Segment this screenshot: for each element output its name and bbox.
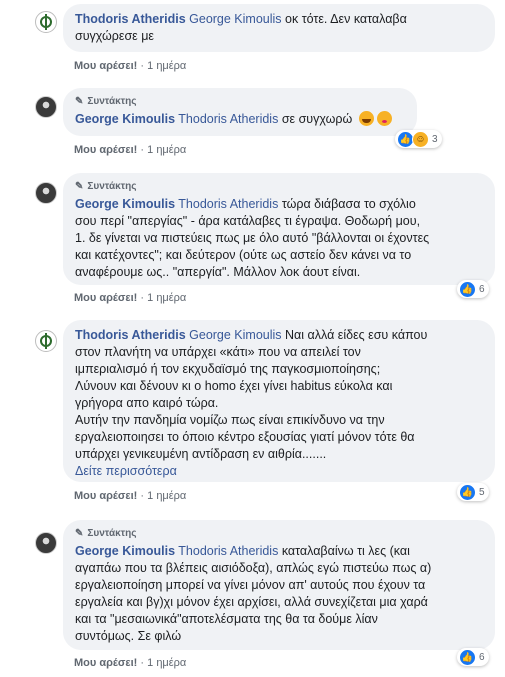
comment-actions: Μου αρέσει! · 1 ημέρα <box>74 60 187 72</box>
comment-actions: Μου αρέσει! · 1 ημέρα <box>74 292 187 304</box>
comment-author[interactable]: George Kimoulis <box>75 197 175 211</box>
like-button[interactable]: Μου αρέσει! <box>74 144 137 156</box>
like-button[interactable]: Μου αρέσει! <box>74 490 137 502</box>
timestamp[interactable]: 1 ημέρα <box>147 292 186 304</box>
comment-actions: Μου αρέσει! · 1 ημέρα <box>74 657 187 669</box>
timestamp[interactable]: 1 ημέρα <box>147 60 186 72</box>
comment-author[interactable]: George Kimoulis <box>75 112 175 126</box>
comment-actions: Μου αρέσει! · 1 ημέρα <box>74 144 187 156</box>
comment-mention[interactable]: George Kimoulis <box>189 12 281 26</box>
comment-bubble: ✎ Συντάκτης George Kimoulis Thodoris Ath… <box>63 173 495 285</box>
author-badge: ✎ Συντάκτης <box>75 181 137 192</box>
reactions-summary[interactable]: 👍 ☺ 3 <box>395 130 442 148</box>
haha-reaction-icon: ☺ <box>412 130 429 148</box>
comment-text: οκ τότε. Δεν καταλαβα <box>285 12 407 26</box>
comment-text: Ναι αλλά είδες εσυ κάπου <box>285 328 428 342</box>
avatar[interactable] <box>35 182 57 204</box>
comment-text: καταλαβαίνω τι λες (και <box>281 544 410 558</box>
laughing-emoji-icon <box>358 111 374 126</box>
timestamp[interactable]: 1 ημέρα <box>147 657 186 669</box>
avatar[interactable] <box>35 532 57 554</box>
comment-text: τώρα διάβασα το σχόλιο <box>281 197 416 211</box>
like-reaction-icon: 👍 <box>459 648 476 666</box>
reaction-count: 5 <box>479 486 485 498</box>
pencil-icon: ✎ <box>75 96 84 107</box>
comment-bubble: ✎ Συντάκτης George Kimoulis Thodoris Ath… <box>63 88 417 136</box>
reactions-summary[interactable]: 👍 6 <box>457 648 489 666</box>
comment-mention[interactable]: Thodoris Atheridis <box>178 112 278 126</box>
reaction-count: 6 <box>479 651 485 663</box>
avatar[interactable] <box>35 11 57 33</box>
pencil-icon: ✎ <box>75 528 84 539</box>
reaction-count: 6 <box>479 283 485 295</box>
like-button[interactable]: Μου αρέσει! <box>74 657 137 669</box>
comment-author[interactable]: Thodoris Atheridis <box>75 12 186 26</box>
comment-text: συγχώρεσε με <box>75 29 155 43</box>
comment-actions: Μου αρέσει! · 1 ημέρα <box>74 490 187 502</box>
comment-bubble: Thodoris Atheridis George Kimoulis Ναι α… <box>63 320 495 482</box>
like-button[interactable]: Μου αρέσει! <box>74 60 137 72</box>
timestamp[interactable]: 1 ημέρα <box>147 490 186 502</box>
reactions-summary[interactable]: 👍 5 <box>457 483 489 501</box>
timestamp[interactable]: 1 ημέρα <box>147 144 186 156</box>
like-button[interactable]: Μου αρέσει! <box>74 292 137 304</box>
winking-emoji-icon <box>376 111 392 126</box>
author-badge: ✎ Συντάκτης <box>75 528 137 539</box>
comment-mention[interactable]: Thodoris Atheridis <box>178 197 278 211</box>
reactions-summary[interactable]: 👍 6 <box>457 280 489 298</box>
comment-bubble: ✎ Συντάκτης George Kimoulis Thodoris Ath… <box>63 520 495 650</box>
see-more-link[interactable]: Δείτε περισσότερα <box>75 464 177 478</box>
like-reaction-icon: 👍 <box>459 280 476 298</box>
like-reaction-icon: 👍 <box>459 483 476 501</box>
comment-author[interactable]: Thodoris Atheridis <box>75 328 186 342</box>
comment-text: σε συγχωρώ <box>281 112 353 126</box>
pencil-icon: ✎ <box>75 181 84 192</box>
avatar[interactable] <box>35 330 57 352</box>
comment-author[interactable]: George Kimoulis <box>75 544 175 558</box>
comment-mention[interactable]: Thodoris Atheridis <box>178 544 278 558</box>
comment-mention[interactable]: George Kimoulis <box>189 328 281 342</box>
author-badge: ✎ Συντάκτης <box>75 96 137 107</box>
avatar[interactable] <box>35 96 57 118</box>
reaction-count: 3 <box>432 133 438 145</box>
comment-bubble: Thodoris Atheridis George Kimoulis οκ τό… <box>63 4 495 52</box>
